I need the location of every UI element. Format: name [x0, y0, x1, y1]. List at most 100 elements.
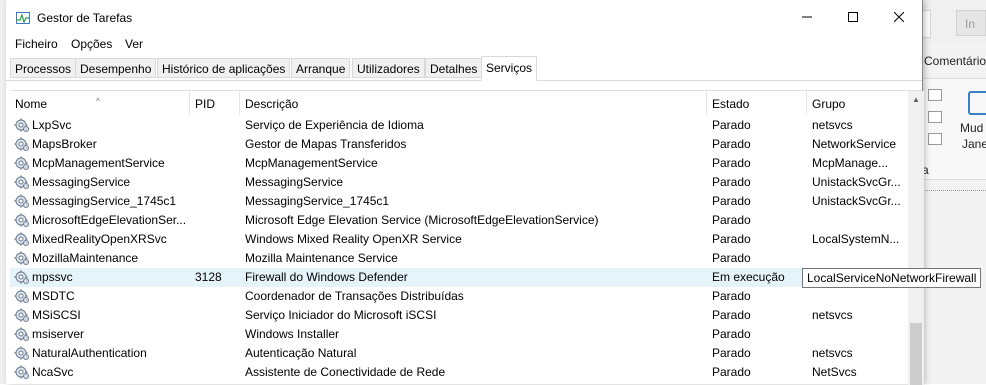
column-header-status[interactable]: Estado: [707, 91, 807, 115]
scrollbar-thumb[interactable]: [910, 323, 922, 385]
service-gear-icon: [14, 137, 30, 152]
background-ruler: [922, 182, 986, 191]
cell-description: Microsoft Edge Elevation Service (Micros…: [245, 213, 599, 227]
table-row[interactable]: MixedRealityOpenXRSvc Windows Mixed Reali…: [10, 230, 908, 249]
cell-group: NetSvcs: [812, 365, 857, 379]
tab-startup[interactable]: Arranque: [291, 58, 351, 78]
cell-description: Serviço de Experiência de Idioma: [245, 118, 424, 132]
tab-details[interactable]: Detalhes: [425, 58, 483, 78]
cell-description: Gestor de Mapas Transferidos: [245, 137, 407, 151]
cell-status: Parado: [712, 118, 751, 132]
table-row[interactable]: MSDTC Coordenador de Transações Distribuí…: [10, 287, 908, 306]
cell-status: Parado: [712, 308, 751, 322]
tab-app-history[interactable]: Histórico de aplicações: [157, 58, 291, 78]
copy-icon[interactable]: [928, 111, 942, 123]
tab-services[interactable]: Serviços: [481, 56, 538, 81]
close-icon: [894, 12, 904, 22]
service-gear-icon: [14, 232, 30, 247]
service-gear-icon: [14, 365, 30, 380]
format-icon[interactable]: [928, 133, 942, 145]
maximize-icon: [848, 12, 858, 22]
ribbon-label-1: Mud: [960, 121, 984, 135]
tab-users[interactable]: Utilizadores: [352, 58, 425, 78]
task-manager-window: Gestor de Tarefas Ficheiro Opções Ver Pr…: [6, 0, 924, 385]
cell-name: MSDTC: [32, 289, 75, 303]
background-toolbar: In: [922, 0, 986, 42]
task-manager-icon: [16, 12, 30, 24]
menu-view[interactable]: Ver: [125, 37, 143, 51]
cell-pid: [195, 211, 239, 230]
maximize-button[interactable]: [830, 0, 876, 34]
cell-status: Parado: [712, 365, 751, 379]
cell-status: Parado: [712, 346, 751, 360]
cell-pid: [195, 287, 239, 306]
cell-group: [812, 287, 904, 306]
tab-performance[interactable]: Desempenho: [75, 58, 157, 78]
service-gear-icon: [14, 308, 30, 323]
cell-pid: 3128: [195, 270, 222, 284]
cell-name: McpManagementService: [32, 156, 165, 170]
table-header: ^ Nome PID Descrição Estado Grupo: [10, 91, 908, 115]
cell-pid: [195, 116, 239, 135]
table-row[interactable]: msiserver Windows Installer Parado: [10, 325, 908, 344]
service-gear-icon: [14, 156, 30, 171]
table-row[interactable]: NcaSvc Assistente de Conectividade de Red…: [10, 363, 908, 382]
services-table: ^ Nome PID Descrição Estado Grupo LxpSvc…: [10, 90, 924, 385]
table-row[interactable]: MozillaMaintenance Mozilla Maintenance Se…: [10, 249, 908, 268]
service-gear-icon: [14, 213, 30, 228]
table-row[interactable]: LxpSvc Serviço de Experiência de Idioma Pa…: [10, 116, 908, 135]
menu-options[interactable]: Opções: [71, 37, 112, 51]
service-gear-icon: [14, 289, 30, 304]
table-row[interactable]: mpssvc 3128 Firewall do Windows Defender Em…: [10, 268, 908, 287]
table-row[interactable]: MessagingService MessagingService Parado Un…: [10, 173, 908, 192]
change-window-icon[interactable]: [968, 91, 986, 115]
cell-group: NetworkService: [812, 137, 897, 151]
background-button[interactable]: In: [956, 10, 986, 36]
cell-pid: [195, 230, 239, 249]
table-row[interactable]: MicrosoftEdgeElevationSer... Microsoft Ed…: [10, 211, 908, 230]
background-application: In Comentário Mud Jane a: [922, 0, 986, 384]
tab-processes[interactable]: Processos: [10, 58, 77, 78]
cell-pid: [195, 135, 239, 154]
menu-file[interactable]: Ficheiro: [15, 37, 58, 51]
cell-group: [812, 249, 904, 268]
table-row[interactable]: NaturalAuthentication Autenticação Natura…: [10, 344, 908, 363]
background-ribbon-tab[interactable]: Comentário: [924, 54, 986, 68]
table-row[interactable]: MessagingService_1745c1 MessagingService_…: [10, 192, 908, 211]
title-bar[interactable]: Gestor de Tarefas: [6, 0, 922, 34]
cell-name: MSiSCSI: [32, 308, 81, 322]
close-button[interactable]: [876, 0, 922, 34]
cell-name: msiserver: [32, 327, 85, 341]
cell-name: MicrosoftEdgeElevationSer...: [32, 213, 187, 227]
table-row[interactable]: MapsBroker Gestor de Mapas Transferidos Pa…: [10, 135, 908, 154]
background-input[interactable]: [922, 10, 931, 38]
cell-status: Parado: [712, 232, 751, 246]
cell-name: NaturalAuthentication: [32, 346, 147, 360]
service-gear-icon: [14, 346, 30, 361]
column-header-group[interactable]: Grupo: [807, 91, 908, 115]
cell-description: Firewall do Windows Defender: [245, 270, 408, 284]
cell-description: Assistente de Conectividade de Rede: [245, 365, 446, 379]
cell-group: [812, 211, 904, 230]
cell-name: MapsBroker: [32, 137, 97, 151]
cell-group: netsvcs: [812, 118, 853, 132]
table-row[interactable]: MSiSCSI Serviço Iniciador do Microsoft iS…: [10, 306, 908, 325]
paste-icon[interactable]: [928, 89, 942, 101]
column-header-pid[interactable]: PID: [190, 91, 240, 115]
vertical-scrollbar[interactable]: ▲: [908, 91, 924, 385]
window-title: Gestor de Tarefas: [37, 11, 133, 25]
cell-name: MixedRealityOpenXRSvc: [32, 232, 167, 246]
minimize-button[interactable]: [784, 0, 830, 34]
cell-status: Em execução: [712, 270, 785, 284]
cell-name: MessagingService: [32, 175, 131, 189]
service-gear-icon: [14, 327, 30, 342]
table-row[interactable]: McpManagementService McpManagementService…: [10, 154, 908, 173]
column-header-description[interactable]: Descrição: [240, 91, 707, 115]
service-gear-icon: [14, 251, 30, 266]
cell-status: Parado: [712, 156, 751, 170]
group-tooltip: LocalServiceNoNetworkFirewall: [802, 268, 982, 288]
scroll-up-arrow-icon[interactable]: ▲: [908, 91, 924, 108]
background-ribbon: Mud Jane a: [922, 78, 986, 180]
column-header-name[interactable]: ^ Nome: [10, 91, 190, 115]
cell-description: McpManagementService: [245, 156, 378, 170]
